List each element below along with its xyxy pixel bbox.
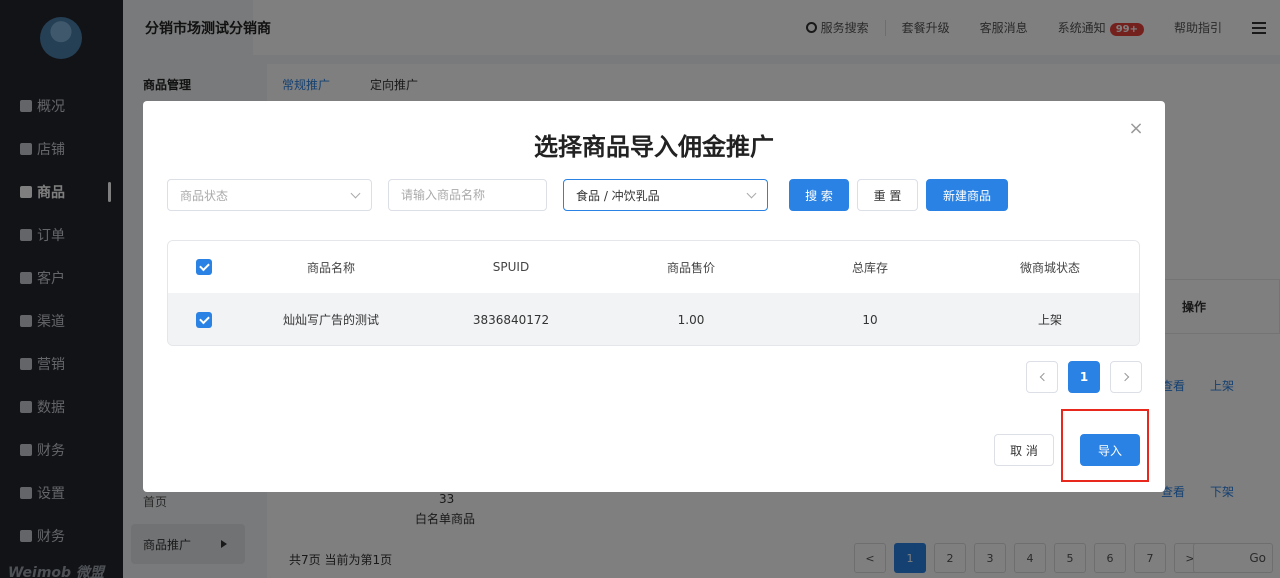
col-price: 商品售价 xyxy=(666,260,715,275)
row-checkbox[interactable] xyxy=(196,311,212,328)
modal-pagination: 1 xyxy=(1026,361,1142,393)
table-row[interactable]: 灿灿写广告的测试 3836840172 1.00 10 上架 xyxy=(168,293,1139,345)
cell-status: 上架 xyxy=(1037,313,1062,327)
chevron-left-icon xyxy=(1039,372,1048,382)
new-goods-button[interactable]: 新建商品 xyxy=(926,179,1008,211)
cancel-button[interactable]: 取 消 xyxy=(994,434,1054,466)
table-header: 商品名称 SPUID 商品售价 总库存 微商城状态 xyxy=(168,241,1139,293)
select-all-checkbox[interactable] xyxy=(196,259,212,275)
search-button[interactable]: 搜 索 xyxy=(789,179,849,211)
page-button-current[interactable]: 1 xyxy=(1068,361,1100,393)
chevron-down-icon xyxy=(350,188,361,199)
goods-table: 商品名称 SPUID 商品售价 总库存 微商城状态 灿灿写广告的测试 38368… xyxy=(167,240,1140,346)
category-value: 食品 / 冲饮乳品 xyxy=(576,188,660,203)
chevron-down-icon xyxy=(746,188,757,199)
import-modal: 选择商品导入佣金推广 × 商品状态 食品 / 冲饮乳品 搜 索 重 置 新建商品… xyxy=(143,101,1165,492)
col-status: 微商城状态 xyxy=(1019,260,1080,275)
prev-page-button[interactable] xyxy=(1026,361,1058,393)
name-search-input[interactable] xyxy=(388,179,547,211)
cell-price: 1.00 xyxy=(677,312,705,327)
highlight-box xyxy=(1061,409,1149,482)
reset-button[interactable]: 重 置 xyxy=(857,179,918,211)
status-select[interactable]: 商品状态 xyxy=(167,179,372,211)
cell-spuid: 3836840172 xyxy=(472,312,550,327)
next-page-button[interactable] xyxy=(1110,361,1142,393)
cell-stock: 10 xyxy=(862,312,878,327)
modal-title: 选择商品导入佣金推广 xyxy=(534,133,774,161)
col-spuid: SPUID xyxy=(492,260,530,274)
col-name: 商品名称 xyxy=(306,260,355,275)
status-placeholder: 商品状态 xyxy=(180,188,229,203)
close-icon[interactable]: × xyxy=(1128,120,1144,138)
chevron-right-icon xyxy=(1120,372,1129,382)
category-select[interactable]: 食品 / 冲饮乳品 xyxy=(563,179,768,211)
cell-name: 灿灿写广告的测试 xyxy=(282,313,379,327)
col-stock: 总库存 xyxy=(851,260,888,275)
